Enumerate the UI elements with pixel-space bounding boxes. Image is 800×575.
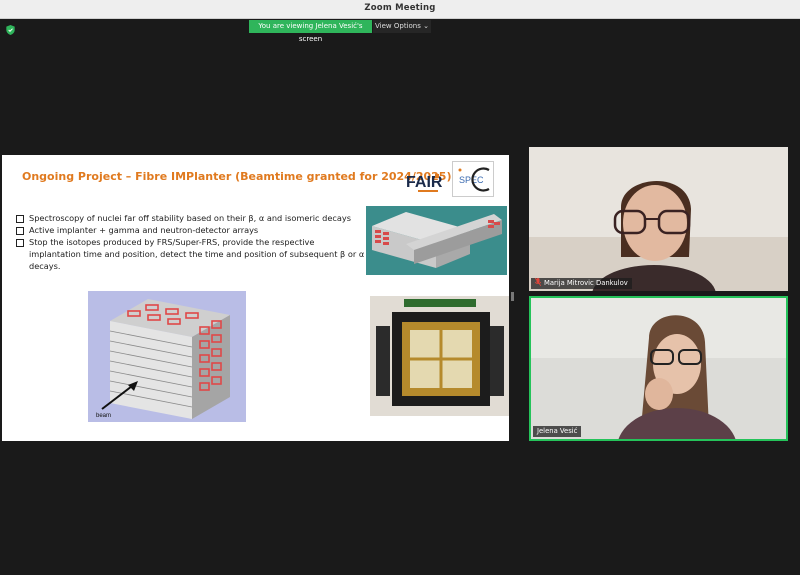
screen-share-banner: You are viewing Jelena Vesić's screen	[249, 20, 372, 43]
shield-icon[interactable]	[6, 25, 15, 35]
slide-title: Ongoing Project – Fibre IMPlanter (Beamt…	[22, 170, 452, 183]
view-options-button[interactable]: View Options ⌄	[373, 20, 431, 33]
window-title: Zoom Meeting	[364, 3, 436, 13]
implanter-cube-figure: beam	[88, 291, 246, 422]
detector-render-image	[366, 206, 507, 275]
bullet-item: Active implanter + gamma and neutron-det…	[14, 224, 366, 236]
spec-logo: SPEC	[452, 161, 494, 197]
participant-name: Marija Mitrovic Dankulov	[544, 279, 628, 287]
participant-name-tag: Jelena Vesić	[533, 426, 582, 437]
participant-video-tile[interactable]: Marija Mitrovic Dankulov	[529, 147, 788, 291]
panel-resize-handle[interactable]	[511, 292, 514, 301]
shared-slide: Ongoing Project – Fibre IMPlanter (Beamt…	[2, 155, 509, 441]
detector-photo	[370, 296, 509, 416]
fair-logo: FAIR	[406, 174, 443, 192]
active-speaker-video-tile[interactable]: Jelena Vesić	[529, 296, 788, 441]
muted-mic-icon	[535, 278, 541, 286]
participant-name-tag: Marija Mitrovic Dankulov	[531, 278, 632, 289]
bullet-item: Spectroscopy of nuclei far off stability…	[14, 212, 366, 224]
participant-video	[531, 298, 786, 439]
participant-video	[529, 147, 788, 291]
beam-label: beam	[96, 413, 111, 419]
bullet-item: Stop the isotopes produced by FRS/Super-…	[14, 236, 366, 272]
participant-name: Jelena Vesić	[537, 427, 578, 435]
window-titlebar: Zoom Meeting	[0, 0, 800, 19]
slide-bullets: Spectroscopy of nuclei far off stability…	[14, 212, 366, 272]
